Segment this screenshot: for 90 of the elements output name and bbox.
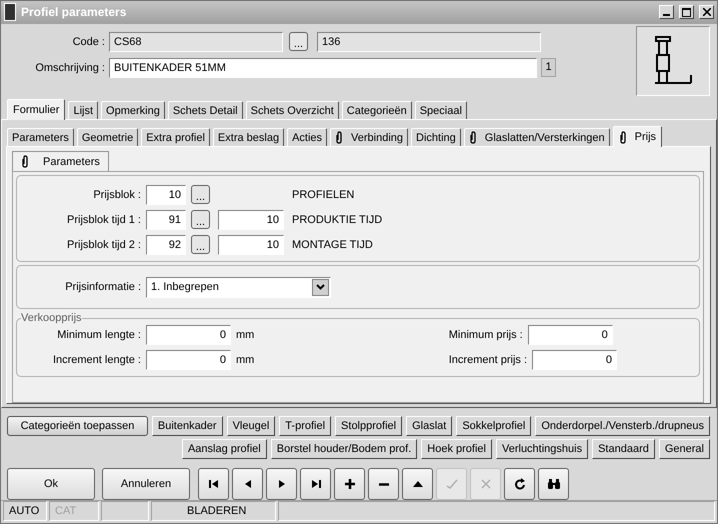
tab[interactable]: Speciaal: [414, 101, 467, 120]
toolbar-button[interactable]: [538, 468, 569, 500]
category-button[interactable]: Stolpprofiel: [335, 416, 402, 436]
tab[interactable]: Schets Overzicht: [246, 101, 339, 120]
tab[interactable]: Formulier: [7, 99, 66, 120]
category-button[interactable]: Buitenkader: [152, 416, 223, 436]
minus-icon: [378, 482, 388, 486]
toolbar-button[interactable]: [334, 468, 365, 500]
tab[interactable]: Categorieën: [342, 101, 412, 120]
category-button[interactable]: Hoek profiel: [421, 439, 492, 459]
toolbar-button[interactable]: [402, 468, 433, 500]
toolbar-button[interactable]: [504, 468, 535, 500]
tab[interactable]: Extra profiel: [141, 128, 210, 146]
tab[interactable]: Geometrie: [76, 128, 138, 146]
input-field[interactable]: 92: [146, 234, 186, 255]
description-field[interactable]: BUITENKADER 51MM: [109, 58, 537, 78]
code-field[interactable]: CS68: [109, 32, 283, 52]
tab[interactable]: Prijs: [612, 126, 662, 148]
field-label: Increment prijs :: [448, 354, 527, 366]
category-button[interactable]: General: [658, 439, 710, 459]
input-field[interactable]: 91: [146, 210, 186, 230]
field-label: Prijsblok tijd 1 :: [66, 214, 141, 226]
app-icon: [4, 3, 16, 22]
unit-label: mm: [236, 328, 254, 341]
tab[interactable]: Parameters: [12, 151, 109, 172]
status-pane: AUTO: [3, 501, 47, 521]
code-label: Code :: [72, 36, 105, 48]
category-button[interactable]: Glaslat: [406, 416, 452, 436]
action-button[interactable]: Annuleren: [102, 468, 190, 500]
chevron-down-icon: [316, 284, 325, 290]
tab[interactable]: Dichting: [411, 128, 461, 146]
field-label: Prijsblok :: [92, 188, 141, 201]
block-description: PRODUKTIE TIJD: [292, 214, 382, 226]
lookup-button[interactable]: ...: [289, 32, 308, 52]
input-field[interactable]: 10: [218, 234, 284, 255]
description-index: 1: [541, 58, 556, 78]
toolbar-button[interactable]: [232, 468, 263, 500]
category-button[interactable]: Vleugel: [226, 416, 276, 436]
group-title: Verkoopprijs: [21, 312, 82, 324]
toolbar-button[interactable]: [368, 468, 399, 500]
category-button[interactable]: T-profiel: [279, 416, 332, 436]
dropdown[interactable]: 1. Inbegrepen: [146, 276, 331, 298]
action-button[interactable]: Ok: [7, 468, 95, 500]
binoculars-icon: [546, 476, 562, 492]
apply-categories-button[interactable]: Categorieën toepassen: [7, 416, 148, 436]
tab[interactable]: Schets Detail: [168, 101, 243, 120]
toolbar-button[interactable]: [198, 468, 229, 500]
unit-label: mm: [236, 354, 254, 366]
input-field[interactable]: 0: [146, 324, 231, 345]
field-label: Minimum prijs :: [448, 328, 523, 341]
maximize-icon: [682, 8, 691, 17]
input-field[interactable]: 10: [218, 210, 284, 230]
tab[interactable]: Acties: [287, 128, 328, 146]
category-button[interactable]: Aanslag profiel: [182, 439, 267, 459]
close-icon: [702, 8, 710, 16]
status-pane: BLADEREN: [151, 501, 276, 521]
tab[interactable]: Parameters: [7, 128, 74, 146]
tab[interactable]: Lijst: [68, 101, 98, 120]
input-field[interactable]: 0: [146, 350, 231, 370]
code-number-field[interactable]: 136: [317, 32, 541, 52]
toolbar-button[interactable]: [300, 468, 331, 500]
block-description: PROFIELEN: [292, 188, 354, 201]
category-button[interactable]: Onderdorpel./Vensterb./drupneus: [535, 416, 710, 436]
status-pane: CAT: [49, 501, 99, 521]
lookup-button[interactable]: ...: [191, 185, 210, 204]
field-label: Prijsinformatie :: [64, 281, 141, 294]
description-label: Omschrijving :: [34, 62, 105, 74]
close-button[interactable]: [699, 5, 714, 20]
input-field[interactable]: 0: [528, 324, 613, 345]
field-label: Increment lengte :: [52, 354, 141, 366]
tab[interactable]: Extra beslag: [212, 128, 284, 146]
toolbar-button[interactable]: [266, 468, 297, 500]
window-title: Profiel parameters: [21, 5, 128, 20]
tab[interactable]: Opmerking: [101, 101, 165, 120]
block-description: MONTAGE TIJD: [292, 238, 373, 251]
input-field[interactable]: 10: [146, 184, 186, 205]
category-button[interactable]: Borstel houder/Bodem prof.: [270, 439, 418, 459]
tab[interactable]: Verbinding: [330, 128, 408, 146]
tab[interactable]: Glaslatten/Versterkingen: [464, 128, 610, 146]
lookup-button[interactable]: ...: [191, 235, 210, 254]
lookup-button[interactable]: ...: [191, 210, 210, 230]
profile-section-drawing: [653, 34, 693, 87]
input-field[interactable]: 0: [532, 350, 617, 370]
maximize-button[interactable]: [679, 5, 694, 20]
category-button[interactable]: Standaard: [592, 439, 655, 459]
field-label: Prijsblok tijd 2 :: [66, 238, 141, 251]
field-label: Minimum lengte :: [56, 328, 141, 341]
minimize-button[interactable]: [659, 5, 674, 20]
category-button[interactable]: Verluchtingshuis: [496, 439, 588, 459]
category-button[interactable]: Sokkelprofiel: [456, 416, 532, 436]
